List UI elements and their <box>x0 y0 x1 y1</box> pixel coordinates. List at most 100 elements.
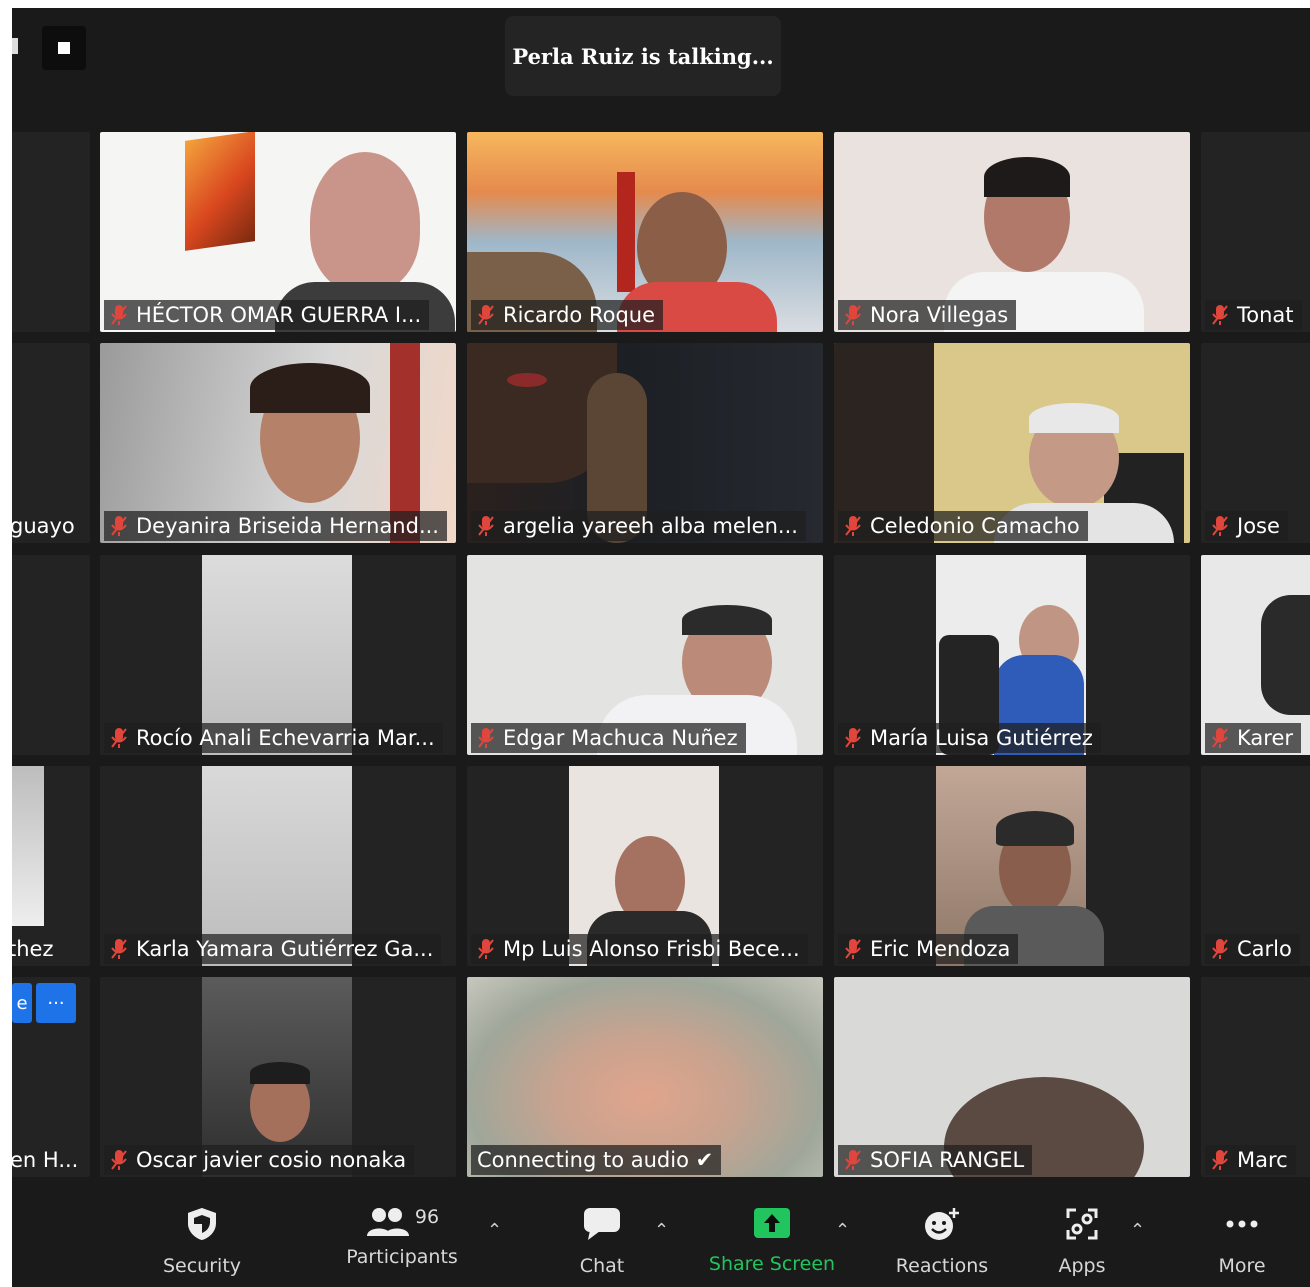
participants-count: 96 <box>414 1206 440 1228</box>
muted-mic-icon <box>110 514 128 538</box>
participant-name: en H... <box>12 1145 78 1175</box>
participant-name-label: Carlo <box>1237 937 1292 961</box>
video-tile[interactable]: Karla Yamara Gutiérrez Ga... <box>100 766 456 966</box>
more-options-button[interactable]: ··· <box>36 983 76 1023</box>
video-tile[interactable]: HÉCTOR OMAR GUERRA I... <box>100 132 456 332</box>
participants-caret-icon[interactable]: ⌃ <box>487 1220 502 1241</box>
shield-icon <box>188 1208 216 1240</box>
muted-mic-icon <box>844 726 862 750</box>
muted-mic-icon <box>1211 514 1229 538</box>
apps-caret-icon[interactable]: ⌃ <box>1130 1220 1145 1241</box>
participant-face <box>310 152 420 292</box>
participant-name: Connecting to audio ✔ <box>471 1145 722 1175</box>
video-feed <box>12 766 44 926</box>
bridge-tower <box>617 172 635 292</box>
muted-mic-icon <box>844 1148 862 1172</box>
muted-mic-icon <box>477 937 495 961</box>
video-tile[interactable]: Edgar Machuca Nuñez <box>467 555 823 755</box>
participant-name-label: Oscar javier cosio nonaka <box>136 1148 407 1172</box>
stop-view-button[interactable] <box>42 26 86 70</box>
participant-name: guayo <box>12 511 75 541</box>
video-tile[interactable] <box>12 555 90 755</box>
video-tile[interactable]: Eric Mendoza <box>834 766 1190 966</box>
participant-name: Karer <box>1205 723 1301 753</box>
participant-name: Oscar javier cosio nonaka <box>104 1145 415 1175</box>
muted-mic-icon <box>110 937 128 961</box>
chat-button[interactable]: Chat <box>557 1206 647 1277</box>
video-tile[interactable]: Rocío Anali Echevarria Mar... <box>100 555 456 755</box>
video-tile[interactable]: Ricardo Roque <box>467 132 823 332</box>
muted-mic-icon <box>477 726 495 750</box>
participant-name: Marc <box>1205 1145 1296 1175</box>
video-tile[interactable]: Nora Villegas <box>834 132 1190 332</box>
share-screen-button[interactable]: Share Screen <box>702 1206 842 1275</box>
participant-name-label: HÉCTOR OMAR GUERRA I... <box>136 303 422 327</box>
meeting-toolbar: Security 96 Participants ⌃ Chat ⌃ Share … <box>12 1198 1310 1287</box>
chat-label: Chat <box>579 1255 625 1277</box>
participant-name-label: argelia yareeh alba melen... <box>503 514 798 538</box>
muted-mic-icon <box>110 303 128 327</box>
video-tile[interactable]: Carlo <box>1201 766 1310 966</box>
muted-mic-icon <box>1211 1148 1229 1172</box>
participant-name: argelia yareeh alba melen... <box>471 511 806 541</box>
video-tile[interactable]: SOFIA RANGEL <box>834 977 1190 1177</box>
participants-label: Participants <box>346 1246 458 1268</box>
video-tile[interactable]: argelia yareeh alba melen... <box>467 343 823 543</box>
participant-name-label: Tonat <box>1237 303 1294 327</box>
video-tile[interactable]: Oscar javier cosio nonaka <box>100 977 456 1177</box>
participant-name-label: Ricardo Roque <box>503 303 656 327</box>
more-icon <box>1226 1220 1258 1228</box>
video-tile[interactable] <box>12 132 90 332</box>
video-tile[interactable]: e ··· en H... <box>12 977 90 1177</box>
apps-label: Apps <box>1058 1255 1106 1277</box>
share-screen-label: Share Screen <box>708 1253 836 1275</box>
video-tile[interactable]: Tonat <box>1201 132 1310 332</box>
more-button[interactable]: More <box>1197 1206 1287 1277</box>
video-tile[interactable]: Marc <box>1201 977 1310 1177</box>
participant-name-label: en H... <box>12 1148 79 1172</box>
partial-action-button[interactable]: e <box>12 983 32 1023</box>
muted-mic-icon <box>110 726 128 750</box>
video-tile[interactable]: Celedonio Camacho <box>834 343 1190 543</box>
video-tile[interactable]: Jose <box>1201 343 1310 543</box>
more-label: More <box>1218 1255 1266 1277</box>
participant-name-label: Connecting to audio ✔ <box>477 1148 714 1172</box>
participant-hair <box>984 157 1070 197</box>
participant-name-label: Eric Mendoza <box>870 937 1011 961</box>
window-edge <box>12 38 18 54</box>
participant-hair <box>682 605 772 635</box>
participant-name-label: Marc <box>1237 1148 1288 1172</box>
participant-name-label: María Luisa Gutiérrez <box>870 726 1093 750</box>
muted-mic-icon <box>844 303 862 327</box>
reactions-button[interactable]: Reactions <box>887 1206 997 1277</box>
apps-button[interactable]: Apps <box>1042 1206 1122 1277</box>
participant-name: Nora Villegas <box>838 300 1017 330</box>
meeting-window: Perla Ruiz is talking... HÉCTOR OMAR GUE… <box>12 8 1310 1287</box>
muted-mic-icon <box>477 514 495 538</box>
participant-name: Eric Mendoza <box>838 934 1019 964</box>
participant-silhouette <box>1261 595 1310 715</box>
video-tile[interactable]: guayo <box>12 343 90 543</box>
security-button[interactable]: Security <box>152 1206 252 1277</box>
talking-indicator: Perla Ruiz is talking... <box>505 16 781 96</box>
square-icon <box>58 42 70 54</box>
reactions-label: Reactions <box>895 1255 989 1277</box>
chat-caret-icon[interactable]: ⌃ <box>654 1220 669 1241</box>
participant-name-label: SOFIA RANGEL <box>870 1148 1025 1172</box>
participant-name: Mp Luis Alonso Frisbi Bece... <box>471 934 808 964</box>
participant-name-label: Jose <box>1237 514 1280 538</box>
video-tile[interactable]: thez <box>12 766 90 966</box>
video-tile[interactable]: Deyanira Briseida Hernand... <box>100 343 456 543</box>
participant-name-label: Edgar Machuca Nuñez <box>503 726 738 750</box>
video-tile[interactable]: Mp Luis Alonso Frisbi Bece... <box>467 766 823 966</box>
video-tile[interactable]: Connecting to audio ✔ <box>467 977 823 1177</box>
muted-mic-icon <box>1211 937 1229 961</box>
share-caret-icon[interactable]: ⌃ <box>835 1220 850 1241</box>
participant-hair <box>250 363 370 413</box>
muted-mic-icon <box>844 937 862 961</box>
participant-hair <box>250 1062 310 1084</box>
participants-button[interactable]: 96 Participants <box>332 1206 472 1268</box>
apps-icon <box>1066 1208 1098 1240</box>
video-tile[interactable]: María Luisa Gutiérrez <box>834 555 1190 755</box>
video-tile[interactable]: Karer <box>1201 555 1310 755</box>
